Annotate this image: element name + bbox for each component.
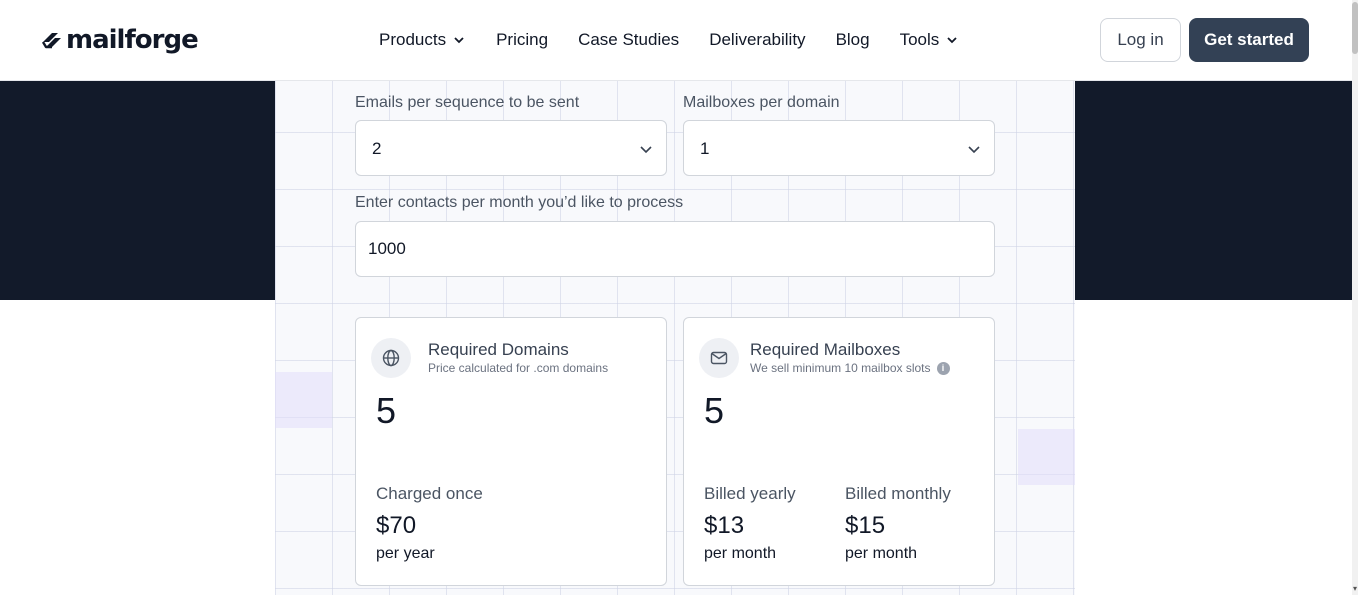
yearly-price-label: Billed yearly: [704, 484, 796, 503]
nav-item-pricing[interactable]: Pricing: [496, 30, 548, 50]
emails-per-sequence-select[interactable]: 2: [355, 120, 667, 176]
monthly-price-unit: per month: [845, 545, 918, 562]
nav-item-label: Deliverability: [709, 30, 806, 49]
chevron-down-icon: [454, 37, 464, 44]
mail-icon: [710, 351, 728, 365]
monthly-price-value: $15: [845, 512, 886, 539]
yearly-price-unit: per month: [704, 545, 777, 562]
chevron-down-icon: [947, 37, 957, 44]
get-started-button[interactable]: Get started: [1189, 18, 1309, 62]
info-icon[interactable]: i: [936, 361, 950, 375]
nav-item-label: Pricing: [496, 30, 549, 49]
mailboxes-per-domain-select[interactable]: 1: [683, 120, 995, 176]
contacts-per-month-label: Enter contacts per month you’d like to p…: [355, 194, 684, 211]
required-mailboxes-count: 5: [704, 390, 725, 431]
grid-highlight: [1018, 429, 1075, 485]
nav-item-blog[interactable]: Blog: [836, 30, 870, 50]
nav-item-case-studies[interactable]: Case Studies: [578, 30, 679, 50]
card-title: Required Domains: [428, 340, 569, 359]
nav-item-label: Blog: [835, 30, 870, 49]
nav-item-label: Tools: [899, 30, 940, 49]
required-domains-card: Required Domains Price calculated for .c…: [355, 317, 667, 586]
brand-name: mailforge: [66, 25, 199, 55]
monthly-price-label: Billed monthly: [845, 484, 951, 503]
nav-item-tools[interactable]: Tools: [900, 30, 960, 50]
card-subtitle: We sell minimum 10 mailbox slots i: [750, 361, 950, 375]
chevron-down-icon: [968, 146, 980, 154]
price-label: Charged once: [376, 484, 483, 503]
icon-badge: [699, 338, 739, 378]
site-header: mailforge Products Pricing Case Studies …: [0, 0, 1352, 81]
login-button[interactable]: Log in: [1100, 18, 1181, 62]
price-value: $70: [376, 512, 417, 539]
card-subtitle-text: Price calculated for .com domains: [428, 361, 609, 375]
card-subtitle-text: We sell minimum 10 mailbox slots: [750, 361, 931, 375]
nav-item-label: Case Studies: [578, 30, 680, 49]
scrollbar-thumb[interactable]: [1352, 2, 1358, 54]
nav-item-deliverability[interactable]: Deliverability: [709, 30, 805, 50]
globe-icon: [382, 349, 400, 367]
card-title: Required Mailboxes: [750, 340, 901, 359]
required-mailboxes-card: Required Mailboxes We sell minimum 10 ma…: [683, 317, 995, 586]
scroll-down-arrow-icon[interactable]: ▾: [1352, 585, 1358, 593]
select-value: 2: [372, 139, 382, 158]
brand-logo[interactable]: mailforge: [40, 22, 199, 58]
contacts-per-month-input[interactable]: [355, 221, 995, 277]
required-domains-count: 5: [376, 390, 397, 431]
yearly-price-value: $13: [704, 512, 745, 539]
mailboxes-per-domain-label: Mailboxes per domain: [683, 94, 840, 111]
main-nav: Products Pricing Case Studies Deliverabi…: [379, 28, 989, 52]
icon-badge: [371, 338, 411, 378]
calculator-panel: Emails per sequence to be sent 2 Mailbox…: [275, 81, 1075, 595]
mailforge-logo-mark-icon: [41, 33, 61, 49]
select-value: 1: [700, 139, 710, 158]
nav-item-label: Products: [379, 30, 447, 49]
chevron-down-icon: [640, 146, 652, 154]
card-subtitle: Price calculated for .com domains: [428, 361, 608, 375]
page-scrollbar[interactable]: ▾: [1352, 0, 1358, 595]
nav-item-products[interactable]: Products: [379, 30, 466, 50]
emails-per-sequence-label: Emails per sequence to be sent: [355, 94, 580, 111]
grid-highlight: [275, 372, 332, 428]
price-unit: per year: [376, 545, 435, 562]
